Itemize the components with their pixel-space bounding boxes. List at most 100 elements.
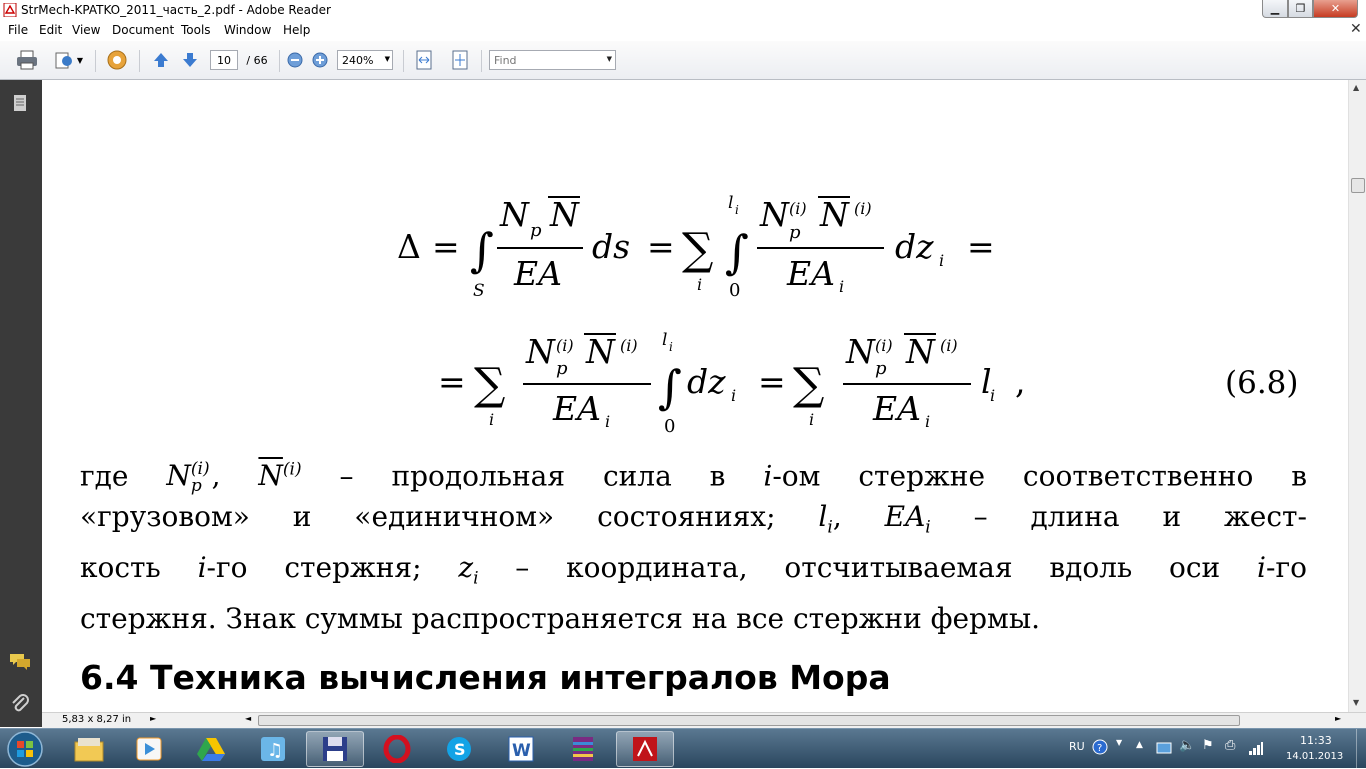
svg-text:(i): (i) — [940, 336, 958, 355]
paragraph: где N (i) p, N(i) – продольная сила в i-ом… — [80, 450, 1307, 640]
svg-text:N: N — [499, 195, 530, 234]
fit-width-icon — [416, 50, 432, 70]
paragraph-line: «грузовом» и «единичном» состояниях; li,… — [80, 499, 1307, 538]
svg-text:W: W — [512, 741, 531, 761]
inline-math: i — [1257, 550, 1266, 584]
zoom-in-button[interactable] — [311, 49, 329, 71]
svg-text:∑: ∑ — [793, 359, 824, 410]
flag-icon[interactable]: ⚑ — [1202, 738, 1214, 753]
svg-text:i: i — [839, 277, 844, 296]
close-button[interactable]: ✕ — [1313, 0, 1358, 18]
help-icon[interactable]: ? — [1092, 739, 1108, 755]
fit-width-button[interactable] — [413, 49, 435, 71]
attachments-icon[interactable] — [8, 692, 32, 716]
svg-text:N: N — [759, 195, 790, 234]
svg-text:N: N — [525, 332, 556, 371]
language-indicator[interactable]: RU — [1069, 740, 1085, 753]
taskbar-save[interactable] — [306, 731, 364, 767]
svg-text:=: = — [438, 362, 466, 401]
svg-text:EA: EA — [786, 254, 835, 293]
pages-icon[interactable] — [8, 92, 32, 116]
taskbar-media-player[interactable] — [120, 731, 178, 767]
inline-math: li — [818, 499, 833, 538]
svg-text:♫: ♫ — [267, 740, 283, 761]
paragraph-line: где N (i) p, N(i) – продольная сила в i-ом… — [80, 458, 1307, 496]
svg-text:i: i — [925, 412, 930, 431]
maximize-button[interactable]: ❐ — [1288, 0, 1313, 18]
svg-text:S: S — [473, 281, 485, 301]
review-button[interactable] — [103, 49, 131, 71]
adobe-reader-icon — [633, 737, 657, 761]
menu-help[interactable]: Help — [283, 23, 310, 37]
tray-chevron-icon[interactable]: ▼ — [1116, 738, 1122, 747]
taskbar-music[interactable]: ♫ — [244, 731, 302, 767]
svg-text:∫: ∫ — [470, 223, 494, 277]
svg-text:p: p — [875, 358, 887, 379]
taskbar-gdrive[interactable] — [182, 731, 240, 767]
signal-icon[interactable] — [1248, 740, 1264, 756]
svg-text:=: = — [967, 227, 995, 266]
clock-date[interactable]: 14.01.2013 — [1286, 751, 1343, 762]
start-button[interactable] — [6, 730, 44, 768]
volume-icon[interactable]: 🔈 — [1179, 738, 1195, 753]
toolbar: ▼ 10 / 66 240% ▼ Find ▼ — [0, 41, 1366, 80]
share-icon — [55, 52, 72, 69]
zoom-out-button[interactable] — [286, 49, 304, 71]
taskbar-skype[interactable]: S — [430, 731, 488, 767]
horizontal-scroll-thumb[interactable] — [258, 715, 1240, 726]
print-button[interactable] — [14, 49, 40, 71]
svg-text:i: i — [735, 203, 739, 217]
adobe-reader-icon — [3, 3, 17, 17]
scroll-thumb[interactable] — [1351, 178, 1365, 193]
chevron-down-icon: ▼ — [384, 55, 390, 63]
previous-page-button[interactable] — [150, 49, 172, 71]
svg-text:(i): (i) — [875, 336, 893, 355]
taskbar-explorer[interactable] — [60, 731, 118, 767]
svg-text:i: i — [939, 251, 944, 270]
chevron-right-icon[interactable]: ► — [150, 714, 156, 723]
document-page[interactable]: Δ = ∫ S N p N EA ds = ∑ i l i ∫ 0 N (i) … — [42, 80, 1348, 712]
music-icon: ♫ — [261, 737, 285, 761]
window-title: StrMech-KPATKO_2011_часть_2.pdf - Adobe … — [21, 3, 331, 17]
taskbar-word[interactable]: W — [492, 731, 550, 767]
taskbar-winrar[interactable] — [554, 731, 612, 767]
menu-document[interactable]: Document — [112, 23, 174, 37]
find-input[interactable]: Find ▼ — [489, 50, 616, 70]
taskbar-adobe-reader[interactable] — [616, 731, 674, 767]
paragraph-line: стержня. Знак суммы распространяется на … — [80, 602, 1041, 636]
word-icon: W — [508, 736, 534, 762]
menu-file[interactable]: File — [8, 23, 28, 37]
close-document-icon[interactable]: ✕ — [1350, 21, 1362, 37]
svg-text:=: = — [758, 362, 786, 401]
menu-tools[interactable]: Tools — [181, 23, 211, 37]
minimize-button[interactable]: ▁ — [1262, 0, 1288, 18]
vertical-scrollbar[interactable]: ▲ ▼ — [1348, 80, 1366, 712]
globe-icon — [107, 50, 127, 70]
device-icon[interactable]: ⎙ — [1225, 738, 1235, 753]
svg-text:(i): (i) — [620, 336, 638, 355]
menu-window[interactable]: Window — [224, 23, 271, 37]
network-icon[interactable] — [1156, 740, 1172, 756]
inline-math: zi — [458, 550, 479, 589]
scroll-left-icon[interactable]: ◄ — [245, 714, 251, 723]
collaborate-button[interactable]: ▼ — [50, 49, 86, 71]
comments-icon[interactable] — [8, 650, 32, 674]
scroll-right-icon[interactable]: ► — [1335, 714, 1341, 723]
clock-time[interactable]: 11:33 — [1300, 734, 1332, 747]
next-page-button[interactable] — [179, 49, 201, 71]
scroll-down-icon[interactable]: ▼ — [1353, 698, 1359, 707]
zoom-select[interactable]: 240% ▼ — [337, 50, 393, 70]
taskbar-opera[interactable] — [368, 731, 426, 767]
menu-view[interactable]: View — [72, 23, 100, 37]
arrow-up-icon — [154, 53, 168, 67]
show-desktop-button[interactable] — [1356, 729, 1366, 769]
show-hidden-icons[interactable]: ▲ — [1136, 740, 1143, 750]
page-number-input[interactable]: 10 — [210, 50, 238, 70]
paragraph-line: кость i-го стержня; zi – координата, отс… — [80, 550, 1307, 589]
menu-edit[interactable]: Edit — [39, 23, 62, 37]
svg-text:ds: ds — [592, 227, 630, 266]
svg-text:p: p — [789, 222, 801, 243]
zoom-value: 240% — [342, 54, 374, 67]
fit-page-button[interactable] — [449, 49, 471, 71]
scroll-up-icon[interactable]: ▲ — [1353, 83, 1359, 92]
